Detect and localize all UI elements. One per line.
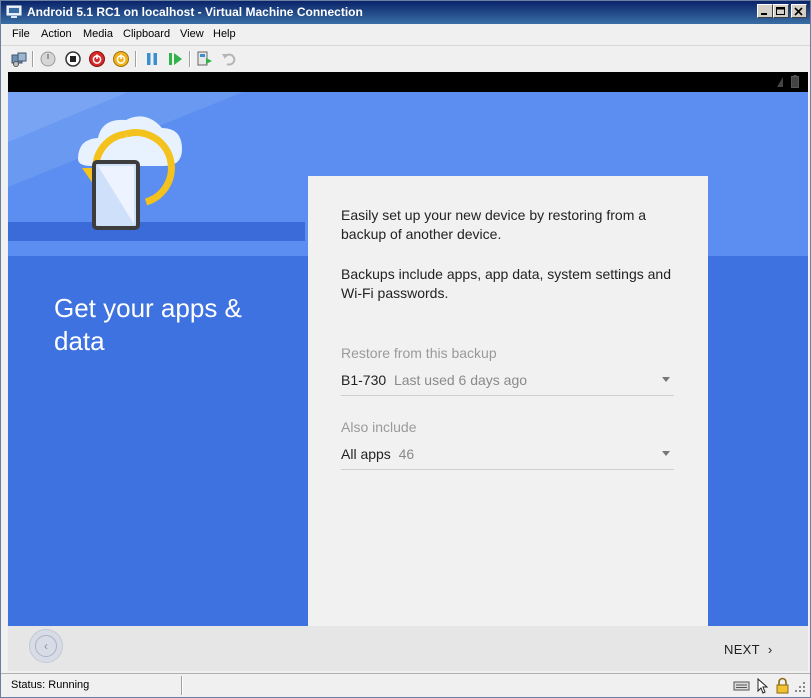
back-arrow-icon: ‹ [35,635,57,657]
save-button[interactable] [112,50,130,68]
revert-button[interactable] [220,50,238,68]
reset-button[interactable] [166,50,184,68]
next-button[interactable]: NEXT › [724,642,773,657]
minimize-button[interactable] [757,4,773,18]
vm-connection-icon [6,5,22,18]
back-button[interactable]: ‹ [29,629,63,663]
android-screen[interactable]: Get your apps & data Easily set up your … [8,92,808,626]
turn-off-button[interactable] [64,50,82,68]
title-bar[interactable]: Android 5.1 RC1 on localhost - Virtual M… [1,1,810,24]
backup-last-used: Last used 6 days ago [393,372,528,388]
maximize-icon [776,7,785,15]
backup-device-name: B1-730 [341,372,387,388]
snapshot-button[interactable] [196,50,214,68]
lock-icon [776,677,789,694]
setup-nav-bar: ‹ NEXT › [8,626,808,671]
toolbar-separator [32,51,34,67]
toolbar [1,45,810,72]
menu-media[interactable]: Media [83,28,113,40]
reset-icon [169,53,182,65]
restore-label: Restore from this backup [341,345,497,361]
menu-file[interactable]: File [12,28,30,40]
ctrl-alt-del-icon [11,52,27,67]
page-title: Get your apps & data [54,293,242,356]
also-include-label: Also include [341,419,417,435]
window-title: Android 5.1 RC1 on localhost - Virtual M… [27,5,363,19]
backups-info-text: Backups include apps, app data, system s… [341,266,671,301]
restore-illustration [78,116,182,230]
toolbar-separator [135,51,137,67]
ctrl-alt-del-button[interactable] [10,50,28,68]
also-include-dropdown[interactable]: All apps 46 [341,443,674,470]
start-icon [40,51,56,67]
apps-count: 46 [398,446,415,462]
minimize-icon [761,13,767,15]
toolbar-separator [189,51,191,67]
dropdown-arrow-icon [662,377,670,382]
restore-backup-dropdown[interactable]: B1-730 Last used 6 days ago [341,369,674,396]
snapshot-icon [197,51,212,66]
dropdown-arrow-icon [662,451,670,456]
close-button[interactable] [791,4,807,18]
restore-card: Easily set up your new device by restori… [308,176,708,626]
vm-status-bar [8,72,808,92]
pause-icon [147,53,157,65]
also-include-selected-value: All apps 46 [341,446,414,462]
intro-text: Easily set up your new device by restori… [341,207,647,242]
revert-icon [222,53,236,66]
keyboard-icon [733,681,750,691]
notification-icon [777,77,783,87]
pause-button[interactable] [143,50,161,68]
close-icon [794,7,803,16]
apps-selection: All apps [341,446,391,462]
mouse-capture-icon [757,677,769,694]
status-bar: Status: Running [1,673,810,698]
shut-down-icon [89,51,105,67]
battery-icon [791,75,799,88]
turn-off-icon [65,51,81,67]
save-icon [113,51,129,67]
menu-view[interactable]: View [180,28,204,40]
status-separator [181,676,183,695]
chevron-right-icon: › [767,642,773,657]
menu-bar: File Action Media Clipboard View Help [1,24,810,44]
status-text: Status: Running [11,679,90,691]
maximize-button[interactable] [773,4,789,18]
menu-help[interactable]: Help [213,28,236,40]
next-label: NEXT [724,642,760,657]
start-button[interactable] [39,50,57,68]
vm-connection-window: Android 5.1 RC1 on localhost - Virtual M… [0,0,811,698]
shut-down-button[interactable] [88,50,106,68]
restore-selected-value: B1-730 Last used 6 days ago [341,372,527,388]
menu-clipboard[interactable]: Clipboard [123,28,170,40]
resize-grip-icon[interactable] [794,677,806,694]
menu-action[interactable]: Action [41,28,72,40]
